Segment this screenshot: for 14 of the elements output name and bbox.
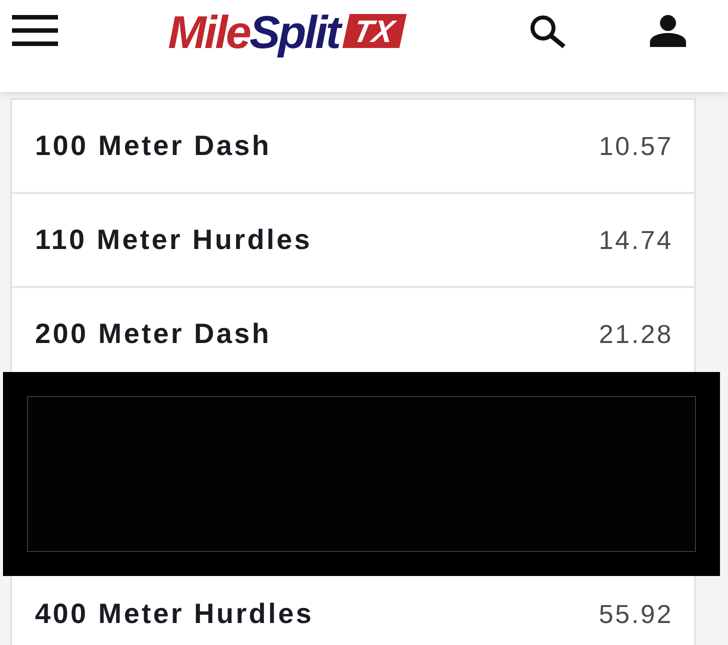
event-name: 400 Meter Hurdles xyxy=(35,598,314,630)
result-time: 10.57 xyxy=(598,130,673,162)
event-name: 100 Meter Dash xyxy=(35,130,272,162)
result-time: 14.74 xyxy=(598,224,673,256)
event-name: 110 Meter Hurdles xyxy=(35,224,312,256)
search-icon[interactable] xyxy=(530,15,566,48)
site-logo[interactable]: MileSplit TX xyxy=(168,6,408,58)
logo-text: MileSplit xyxy=(168,6,340,58)
event-name: 200 Meter Dash xyxy=(35,318,272,350)
state-badge: TX xyxy=(342,14,406,48)
menu-icon[interactable] xyxy=(12,15,58,46)
account-icon[interactable] xyxy=(650,15,686,47)
result-time: 21.28 xyxy=(598,318,673,350)
result-time: 55.92 xyxy=(598,598,673,630)
